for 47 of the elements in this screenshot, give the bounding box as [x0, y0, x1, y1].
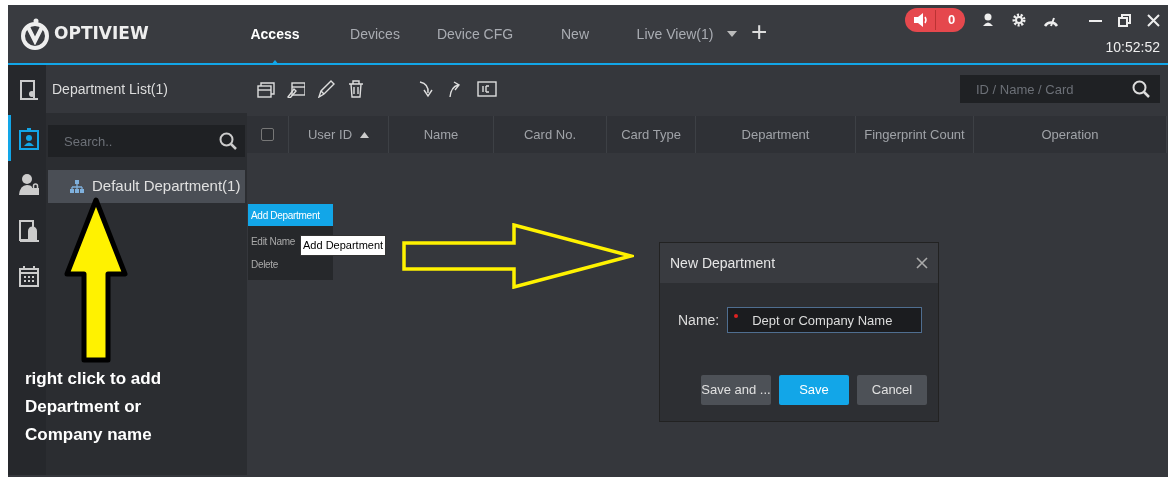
- tree-item[interactable]: Default Department(1): [48, 170, 245, 203]
- nav-tab[interactable]: New: [525, 5, 625, 63]
- alarm-badge[interactable]: 0: [905, 8, 965, 32]
- column-header[interactable]: Operation: [1041, 124, 1099, 145]
- search-icon: [1132, 80, 1150, 98]
- delete-icon[interactable]: [347, 80, 365, 98]
- user-icon[interactable]: [981, 13, 995, 27]
- clock-time: 10:52:52: [1105, 38, 1160, 57]
- calendar-icon: [17, 264, 40, 288]
- copy-icon[interactable]: [257, 80, 275, 98]
- add-tab-button[interactable]: +: [751, 18, 768, 46]
- org-chart-icon: [70, 180, 84, 193]
- speaker-icon: [913, 13, 929, 27]
- column-header[interactable]: Name: [423, 124, 459, 145]
- search-field[interactable]: Search..: [48, 125, 245, 157]
- field-label: Name:: [678, 310, 720, 330]
- dialog-title: New Department: [670, 253, 776, 273]
- device-icon: [17, 218, 40, 242]
- checkbox[interactable]: [261, 128, 274, 141]
- tooltip: Add Department: [300, 235, 387, 256]
- dialog-button[interactable]: Save: [779, 375, 849, 405]
- id-badge-icon: [17, 126, 40, 150]
- menu-item[interactable]: Delete: [248, 253, 333, 275]
- logo-icon: [20, 17, 50, 51]
- import-icon[interactable]: [417, 80, 435, 98]
- menu-item[interactable]: Add Department: [248, 204, 333, 226]
- input-field[interactable]: Dept or Company Name: [727, 307, 923, 333]
- settings-icon[interactable]: [1011, 12, 1027, 28]
- panel-title: Department List(1): [52, 79, 168, 99]
- dialog-button[interactable]: Save and ...: [701, 375, 771, 405]
- card-edit-icon[interactable]: [287, 80, 305, 98]
- close-icon[interactable]: [916, 257, 928, 269]
- dialog-button[interactable]: Cancel: [857, 375, 927, 405]
- nav-tab[interactable]: Devices: [325, 5, 425, 63]
- door-icon: [17, 78, 40, 102]
- user-lock-icon: [17, 172, 40, 196]
- nav-tab[interactable]: Device CFG: [425, 5, 525, 63]
- annotation-text: right click to add Department or Company name: [25, 368, 163, 446]
- sort-arrow-icon[interactable]: [360, 131, 370, 138]
- logo-text: OPTIVIEW: [54, 22, 149, 46]
- edit-icon[interactable]: [317, 80, 335, 98]
- search-field[interactable]: ID / Name / Card: [960, 75, 1160, 103]
- ic-card-icon[interactable]: [477, 81, 497, 97]
- restore-icon[interactable]: [1118, 13, 1131, 27]
- search-icon: [219, 132, 237, 150]
- dropdown-icon[interactable]: [727, 31, 737, 37]
- nav-tab[interactable]: Live View(1): [625, 5, 725, 63]
